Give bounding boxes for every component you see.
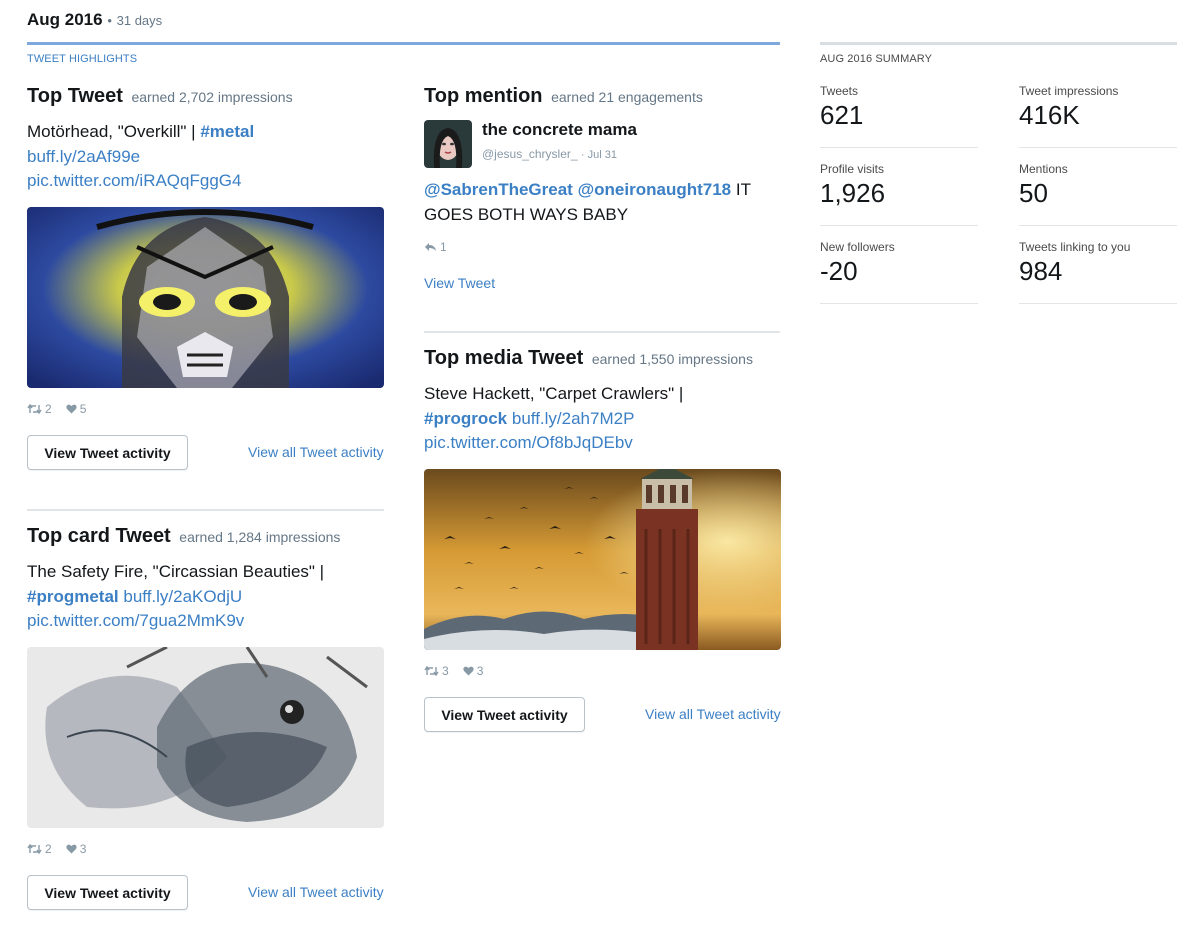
like-value: 5 <box>79 402 87 416</box>
summary-linking: Tweets linking to you 984 <box>1019 240 1177 304</box>
summary-linking-value: 984 <box>1019 256 1063 286</box>
pic-link[interactable]: pic.twitter.com/iRAQqFggG4 <box>27 171 241 190</box>
top-tweet-heading: Top Tweet earned 2,702 impressions <box>27 85 293 108</box>
period-header: Aug 2016 • 31 days <box>27 10 162 30</box>
view-all-tweet-activity-link[interactable]: View all Tweet activity <box>248 444 384 460</box>
retweet-value: 2 <box>45 402 52 416</box>
view-tweet-activity-button[interactable]: View Tweet activity <box>424 697 585 732</box>
retweet-icon <box>424 666 439 676</box>
like-value: 3 <box>476 664 484 678</box>
section-divider <box>27 509 384 511</box>
top-tweet-body: Motörhead, "Overkill" | <box>27 122 201 141</box>
retweet-count: 2 <box>27 402 52 416</box>
summary-mentions: Mentions 50 <box>1019 162 1177 226</box>
reply-count: 1 <box>424 240 447 254</box>
retweet-value: 3 <box>442 664 449 678</box>
retweet-count: 2 <box>27 842 52 856</box>
mention-text: @SabrenTheGreat @oneironaught718 IT GOES… <box>424 178 780 227</box>
top-media-image[interactable] <box>424 469 781 650</box>
section-divider <box>424 331 780 333</box>
avatar[interactable] <box>424 120 472 168</box>
like-count: 5 <box>66 402 87 416</box>
like-value: 3 <box>79 842 87 856</box>
retweet-count: 3 <box>424 664 449 678</box>
top-card-body: The Safety Fire, "Circassian Beauties" | <box>27 562 325 581</box>
top-media-heading: Top media Tweet earned 1,550 impressions <box>424 347 753 370</box>
top-mention-heading: Top mention earned 21 engagements <box>424 85 703 108</box>
summary-impressions-label: Tweet impressions <box>1019 84 1119 98</box>
like-count: 3 <box>463 664 484 678</box>
top-tweet-image[interactable] <box>27 207 384 388</box>
summary-mentions-label: Mentions <box>1019 162 1068 176</box>
top-tweet-earned: earned 2,702 impressions <box>131 89 293 105</box>
summary-tweets-label: Tweets <box>820 84 859 98</box>
short-link[interactable]: buff.ly/2aKOdjU <box>123 587 242 606</box>
pic-link[interactable]: pic.twitter.com/Of8bJqDEbv <box>424 433 633 452</box>
view-all-tweet-activity-link[interactable]: View all Tweet activity <box>645 706 781 722</box>
heart-icon <box>66 404 77 414</box>
summary-followers-value: -20 <box>820 256 858 286</box>
top-tweet-title: Top Tweet <box>27 85 123 107</box>
top-media-body: Steve Hackett, "Carpet Crawlers" | <box>424 384 684 403</box>
summary-mentions-value: 50 <box>1019 178 1048 208</box>
mention-link[interactable]: @SabrenTheGreat <box>424 180 573 199</box>
month-title: Aug 2016 <box>27 10 103 29</box>
mention-stats: 1 <box>424 240 447 254</box>
like-count: 3 <box>66 842 87 856</box>
retweet-icon <box>27 404 42 414</box>
highlights-rule <box>27 42 780 45</box>
mention-handle[interactable]: @jesus_chrysler_ <box>482 147 578 161</box>
top-card-title: Top card Tweet <box>27 525 171 547</box>
top-mention-earned: earned 21 engagements <box>551 89 703 105</box>
top-card-stats: 2 3 <box>27 842 86 856</box>
top-card-heading: Top card Tweet earned 1,284 impressions <box>27 525 340 548</box>
top-mention-title: Top mention <box>424 85 543 107</box>
view-all-tweet-activity-link[interactable]: View all Tweet activity <box>248 884 384 900</box>
hashtag-link[interactable]: #progmetal <box>27 587 119 606</box>
pic-link[interactable]: pic.twitter.com/7gua2MmK9v <box>27 611 244 630</box>
separator-dot: • <box>107 13 112 28</box>
days-count: 31 days <box>116 13 163 28</box>
hashtag-link[interactable]: #progrock <box>424 409 507 428</box>
retweet-value: 2 <box>45 842 52 856</box>
top-media-earned: earned 1,550 impressions <box>591 351 753 367</box>
mention-date: · Jul 31 <box>580 149 617 161</box>
summary-tweets: Tweets 621 <box>820 84 978 148</box>
top-tweet-text: Motörhead, "Overkill" | #metal buff.ly/2… <box>27 120 387 194</box>
summary-label: AUG 2016 SUMMARY <box>820 53 933 65</box>
heart-icon <box>463 666 474 676</box>
top-card-text: The Safety Fire, "Circassian Beauties" |… <box>27 560 387 634</box>
mention-link[interactable]: @oneironaught718 <box>578 180 732 199</box>
view-tweet-activity-button[interactable]: View Tweet activity <box>27 875 188 910</box>
heart-icon <box>66 844 77 854</box>
view-tweet-activity-button[interactable]: View Tweet activity <box>27 435 188 470</box>
summary-profile-label: Profile visits <box>820 162 885 176</box>
top-media-text: Steve Hackett, "Carpet Crawlers" | #prog… <box>424 382 780 456</box>
mention-user-name[interactable]: the concrete mama <box>482 120 637 140</box>
reply-icon <box>425 243 436 251</box>
view-tweet-link[interactable]: View Tweet <box>424 275 495 291</box>
summary-tweets-value: 621 <box>820 100 864 130</box>
highlights-label: TWEET HIGHLIGHTS <box>27 53 138 65</box>
reply-value: 1 <box>440 240 447 254</box>
top-media-stats: 3 3 <box>424 664 483 678</box>
summary-new-followers: New followers -20 <box>820 240 978 304</box>
retweet-icon <box>27 844 42 854</box>
top-card-earned: earned 1,284 impressions <box>179 529 341 545</box>
summary-impressions-value: 416K <box>1019 100 1080 130</box>
top-media-title: Top media Tweet <box>424 347 584 369</box>
short-link[interactable]: buff.ly/2ah7M2P <box>512 409 635 428</box>
hashtag-link[interactable]: #metal <box>200 122 254 141</box>
summary-profile-value: 1,926 <box>820 178 886 208</box>
summary-linking-label: Tweets linking to you <box>1019 240 1131 254</box>
mention-user-meta: @jesus_chrysler_ · Jul 31 <box>482 147 617 161</box>
short-link[interactable]: buff.ly/2aAf99e <box>27 147 140 166</box>
summary-followers-label: New followers <box>820 240 895 254</box>
summary-rule <box>820 42 1177 45</box>
top-card-image[interactable] <box>27 647 384 828</box>
top-tweet-stats: 2 5 <box>27 402 86 416</box>
summary-impressions: Tweet impressions 416K <box>1019 84 1177 148</box>
summary-profile-visits: Profile visits 1,926 <box>820 162 978 226</box>
